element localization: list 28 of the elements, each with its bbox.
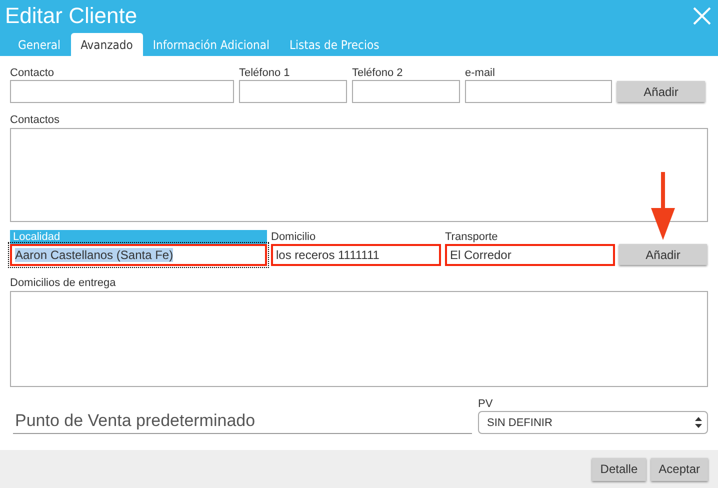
section-label: Contactos <box>10 113 61 127</box>
add-button[interactable]: Añadir <box>617 81 705 102</box>
delivery-address-list[interactable] <box>10 291 708 387</box>
input-field[interactable] <box>465 80 612 103</box>
field-label: Transporte <box>445 230 499 244</box>
field-label: Contacto <box>10 66 56 80</box>
window-title: Editar Cliente <box>5 2 138 28</box>
input-field[interactable]: los receros 1111111 <box>271 244 441 266</box>
field-label: Domicilio <box>271 230 317 244</box>
close-icon[interactable] <box>692 6 712 26</box>
contacts-list[interactable] <box>10 128 708 222</box>
tab[interactable]: Avanzado <box>70 33 143 56</box>
input-field[interactable] <box>352 80 460 103</box>
field-label: Teléfono 1 <box>239 66 291 80</box>
field-label: PV <box>478 397 494 411</box>
section-label: Domicilios de entrega <box>10 276 117 290</box>
input-field[interactable]: El Corredor <box>445 244 615 266</box>
dropdown[interactable]: SIN DEFINIR <box>478 411 708 434</box>
input-field[interactable]: Aaron Castellanos (Santa Fe) <box>10 244 267 266</box>
updown-icon <box>695 417 702 428</box>
field-label: Teléfono 2 <box>352 66 404 80</box>
field-label: e-mail <box>465 66 496 80</box>
footer-button[interactable]: Aceptar <box>650 458 708 480</box>
add-button[interactable]: Añadir <box>619 244 707 265</box>
field-label: Localidad <box>10 230 267 244</box>
input-field[interactable] <box>239 80 347 103</box>
footer-button[interactable]: Detalle <box>592 458 646 480</box>
input-field[interactable] <box>10 80 234 103</box>
